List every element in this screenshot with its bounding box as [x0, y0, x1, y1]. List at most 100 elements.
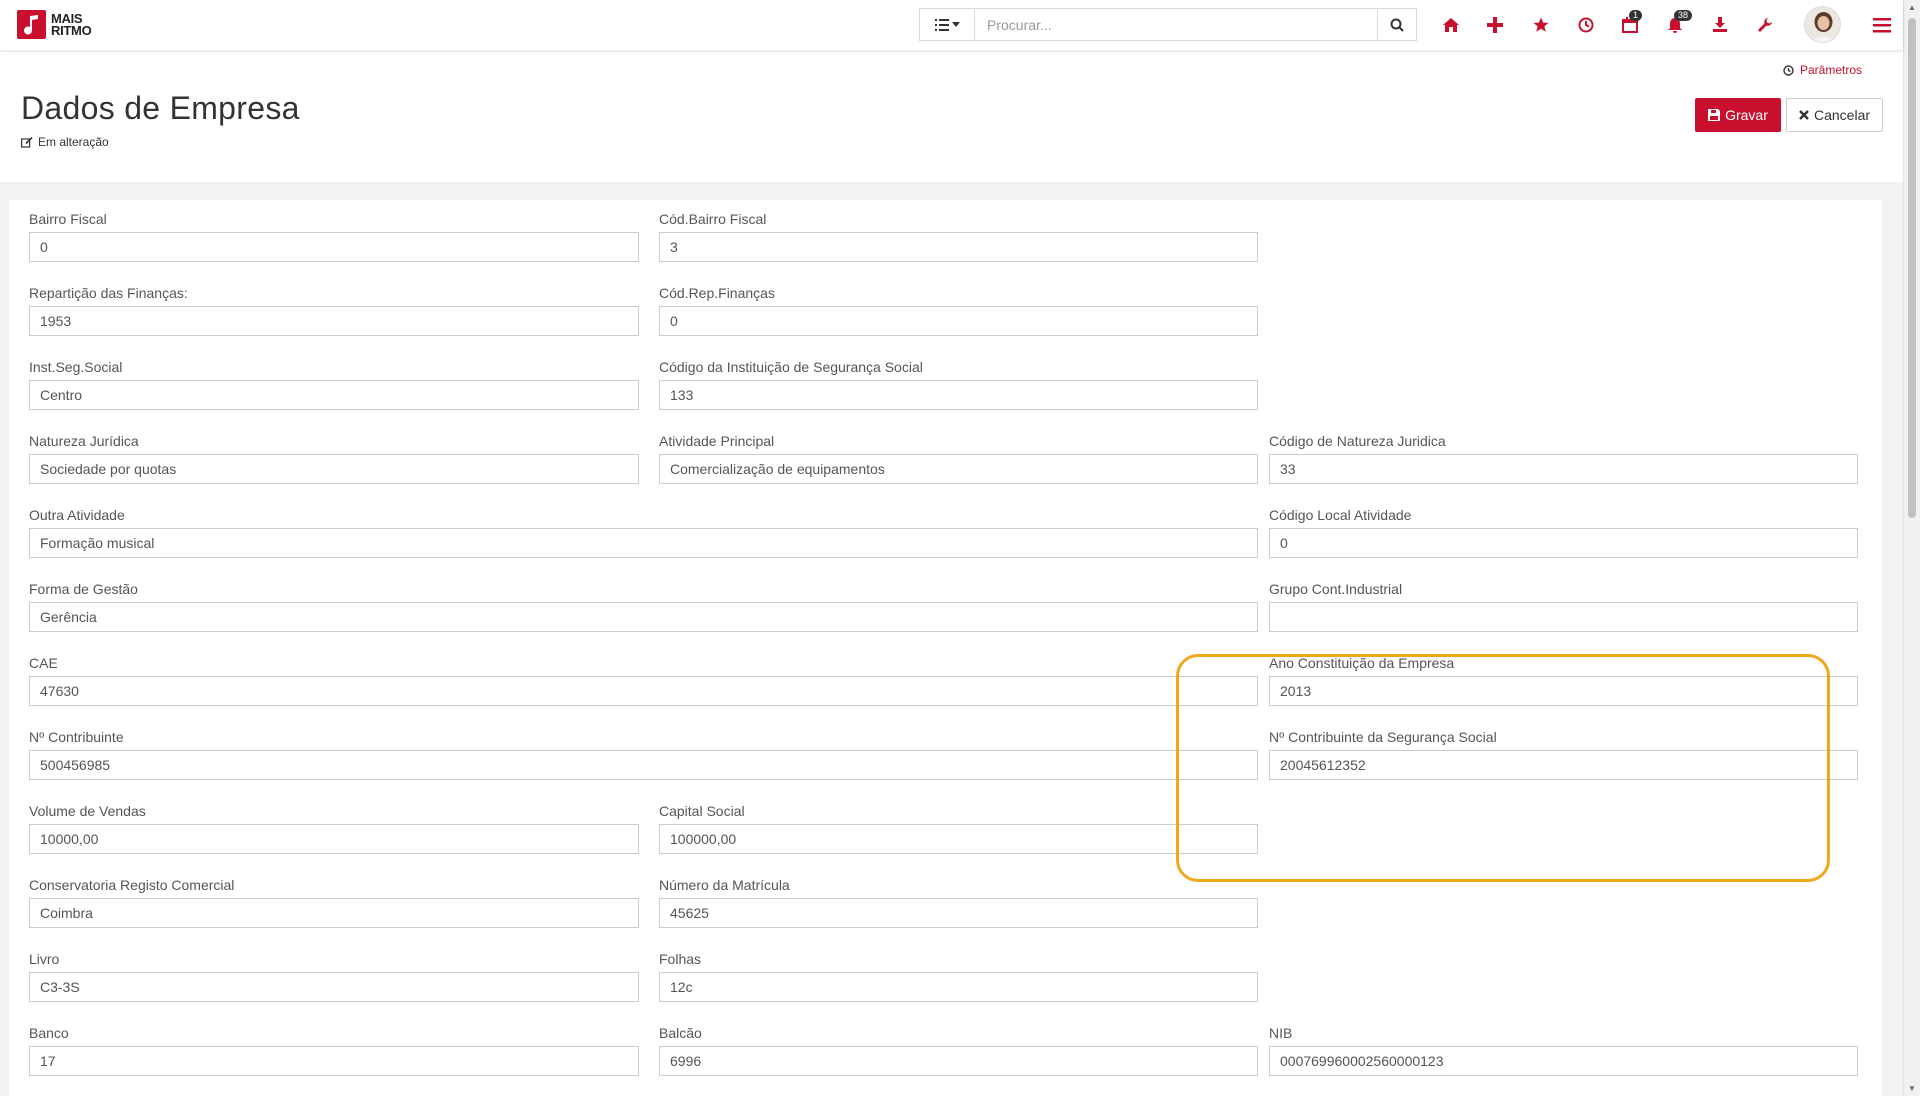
cod-rep-financas-input[interactable]: 0	[659, 306, 1258, 336]
home-icon[interactable]	[1439, 13, 1463, 37]
search-bar	[919, 8, 1417, 41]
bairro-fiscal-input[interactable]: 0	[29, 232, 639, 262]
banco-input[interactable]: 17	[29, 1046, 639, 1076]
field-label: Livro	[29, 951, 60, 967]
download-icon[interactable]	[1708, 13, 1732, 37]
logo[interactable]: MAIS RITMO	[17, 10, 92, 39]
field-ano-constituicao: Ano Constituição da Empresa 2013	[1269, 654, 1858, 706]
field-volume-vendas: Volume de Vendas 10000,00	[29, 802, 639, 854]
scroll-thumb[interactable]	[1908, 18, 1916, 518]
calendar-badge: 1	[1629, 10, 1643, 21]
scroll-down-icon[interactable]: ▼	[1908, 1084, 1916, 1093]
n-contribuinte-input[interactable]: 500456985	[29, 750, 1258, 780]
field-label: Volume de Vendas	[29, 803, 146, 819]
field-capital-social: Capital Social 100000,00	[659, 802, 1258, 854]
field-label: Código de Natureza Juridica	[1269, 433, 1446, 449]
nib-input[interactable]: 000769960002560000123	[1269, 1046, 1858, 1076]
save-button[interactable]: Gravar	[1695, 98, 1781, 132]
field-numero-matricula: Número da Matrícula 45625	[659, 876, 1258, 928]
field-label: Nº Contribuinte da Segurança Social	[1269, 729, 1497, 745]
field-label: Inst.Seg.Social	[29, 359, 123, 375]
field-label: Banco	[29, 1025, 69, 1041]
cae-input[interactable]: 47630	[29, 676, 1258, 706]
search-type-dropdown[interactable]	[920, 9, 975, 40]
wrench-icon[interactable]	[1753, 13, 1777, 37]
field-label: Nº Contribuinte	[29, 729, 124, 745]
list-icon	[934, 18, 949, 31]
numero-matricula-input[interactable]: 45625	[659, 898, 1258, 928]
edit-status-label: Em alteração	[38, 135, 109, 149]
avatar[interactable]	[1804, 6, 1841, 43]
floppy-disk-icon	[1708, 109, 1721, 121]
field-label: Cód.Rep.Finanças	[659, 285, 775, 301]
field-folhas: Folhas 12c	[659, 950, 1258, 1002]
field-cod-natureza-juridica: Código de Natureza Juridica 33	[1269, 432, 1858, 484]
volume-vendas-input[interactable]: 10000,00	[29, 824, 639, 854]
atividade-principal-input[interactable]: Comercialização de equipamentos	[659, 454, 1258, 484]
menu-icon[interactable]	[1870, 13, 1894, 37]
cod-bairro-fiscal-input[interactable]: 3	[659, 232, 1258, 262]
star-icon[interactable]	[1529, 13, 1553, 37]
field-nib: NIB 000769960002560000123	[1269, 1024, 1858, 1076]
field-label: Número da Matrícula	[659, 877, 790, 893]
field-label: Cód.Bairro Fiscal	[659, 211, 767, 227]
clock-icon[interactable]	[1574, 13, 1598, 37]
cod-natureza-juridica-input[interactable]: 33	[1269, 454, 1858, 484]
company-form: Bairro Fiscal 0 Cód.Bairro Fiscal 3 Repa…	[9, 200, 1882, 1096]
outra-atividade-input[interactable]: Formação musical	[29, 528, 1258, 558]
field-label: NIB	[1269, 1025, 1293, 1041]
save-button-label: Gravar	[1725, 107, 1768, 123]
scrollbar[interactable]: ▲ ▼	[1903, 0, 1920, 1096]
bell-icon[interactable]: 38	[1663, 10, 1693, 37]
capital-social-input[interactable]: 100000,00	[659, 824, 1258, 854]
cod-local-atividade-input[interactable]: 0	[1269, 528, 1858, 558]
conservatoria-input[interactable]: Coimbra	[29, 898, 639, 928]
folhas-input[interactable]: 12c	[659, 972, 1258, 1002]
reparticao-financas-input[interactable]: 1953	[29, 306, 639, 336]
field-label: Balcão	[659, 1025, 702, 1041]
field-label: Código Local Atividade	[1269, 507, 1412, 523]
field-n-contribuinte: Nº Contribuinte 500456985	[29, 728, 1258, 780]
search-input[interactable]	[975, 9, 1377, 40]
search-button[interactable]	[1377, 9, 1416, 40]
field-label: Ano Constituição da Empresa	[1269, 655, 1455, 671]
edit-status: Em alteração	[21, 135, 109, 149]
field-label: Folhas	[659, 951, 702, 967]
field-atividade-principal: Atividade Principal Comercialização de e…	[659, 432, 1258, 484]
grupo-cont-industrial-input[interactable]	[1269, 602, 1858, 632]
field-label: Atividade Principal	[659, 433, 775, 449]
bell-badge: 38	[1674, 10, 1693, 21]
field-outra-atividade: Outra Atividade Formação musical	[29, 506, 1258, 558]
calendar-icon[interactable]: 1	[1618, 10, 1643, 37]
balcao-input[interactable]: 6996	[659, 1046, 1258, 1076]
n-contribuinte-ss-input[interactable]: 20045612352	[1269, 750, 1858, 780]
close-icon	[1799, 110, 1809, 120]
field-cod-bairro-fiscal: Cód.Bairro Fiscal 3	[659, 210, 1258, 262]
field-label: CAE	[29, 655, 58, 671]
cancel-button[interactable]: Cancelar	[1786, 98, 1883, 132]
field-label: Outra Atividade	[29, 507, 125, 523]
scroll-up-icon[interactable]: ▲	[1908, 3, 1916, 12]
inst-seg-social-input[interactable]: Centro	[29, 380, 639, 410]
params-link-label: Parâmetros	[1799, 63, 1862, 77]
field-label: Repartição das Finanças:	[29, 285, 188, 301]
cod-inst-seg-social-input[interactable]: 133	[659, 380, 1258, 410]
page-title: Dados de Empresa	[21, 90, 300, 126]
top-navbar: MAIS RITMO 1	[0, 0, 1903, 50]
field-label: Bairro Fiscal	[29, 211, 107, 227]
natureza-juridica-input[interactable]: Sociedade por quotas	[29, 454, 639, 484]
field-cod-inst-seg-social: Código da Instituição de Segurança Socia…	[659, 358, 1258, 410]
edit-icon	[21, 136, 33, 148]
livro-input[interactable]: C3-3S	[29, 972, 639, 1002]
forma-gestao-input[interactable]: Gerência	[29, 602, 1258, 632]
field-grupo-cont-industrial: Grupo Cont.Industrial	[1269, 580, 1858, 632]
field-bairro-fiscal: Bairro Fiscal 0	[29, 210, 639, 262]
params-link[interactable]: Parâmetros	[1783, 63, 1862, 77]
plus-icon[interactable]	[1483, 13, 1507, 37]
field-cod-local-atividade: Código Local Atividade 0	[1269, 506, 1858, 558]
ano-constituicao-input[interactable]: 2013	[1269, 676, 1858, 706]
field-balcao: Balcão 6996	[659, 1024, 1258, 1076]
caret-down-icon	[951, 22, 960, 27]
field-label: Código da Instituição de Segurança Socia…	[659, 359, 923, 375]
field-label: Natureza Jurídica	[29, 433, 139, 449]
